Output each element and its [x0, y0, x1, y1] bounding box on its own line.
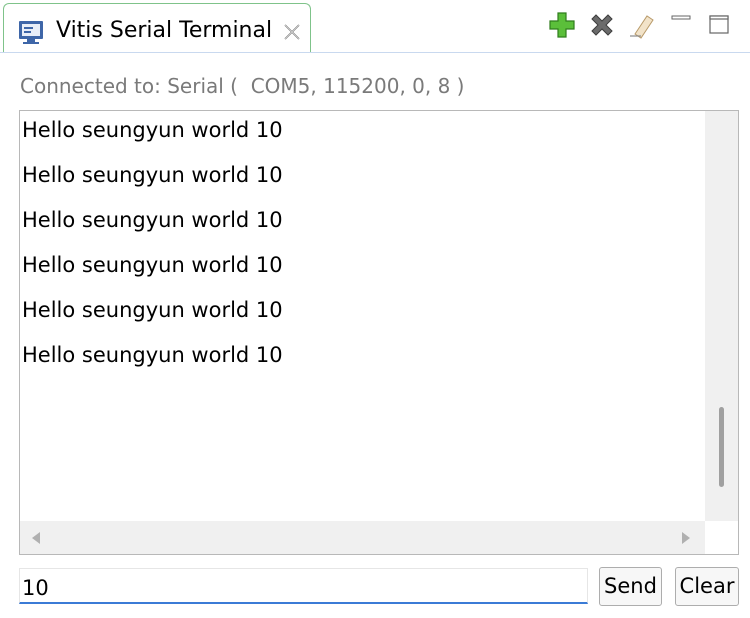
add-icon[interactable] [547, 10, 577, 40]
vertical-scroll-thumb[interactable] [719, 407, 724, 487]
eraser-icon[interactable] [627, 10, 657, 40]
scroll-right-icon[interactable] [682, 532, 690, 544]
tab-title: Vitis Serial Terminal [56, 18, 273, 43]
scroll-left-icon[interactable] [32, 532, 40, 544]
command-input[interactable] [19, 568, 588, 604]
remove-icon[interactable] [587, 10, 617, 40]
tab-serial-terminal[interactable]: Vitis Serial Terminal [3, 3, 311, 52]
maximize-icon[interactable] [705, 10, 735, 40]
terminal-icon [19, 21, 43, 44]
view-tab-bar: Vitis Serial Terminal [0, 0, 750, 53]
scrollbar-corner [705, 521, 738, 554]
terminal-output[interactable]: Hello seungyun world 10 Hello seungyun w… [19, 110, 739, 555]
minimize-icon[interactable] [667, 10, 697, 40]
horizontal-scrollbar[interactable] [20, 521, 706, 554]
terminal-output-text: Hello seungyun world 10 Hello seungyun w… [22, 117, 702, 387]
vertical-scrollbar[interactable] [705, 111, 738, 521]
terminal-line: Hello seungyun world 10 [22, 343, 283, 367]
close-icon[interactable] [282, 22, 302, 42]
clear-button[interactable]: Clear [675, 567, 739, 606]
connection-status: Connected to: Serial ( COM5, 115200, 0, … [20, 74, 465, 98]
send-button[interactable]: Send [599, 567, 662, 606]
